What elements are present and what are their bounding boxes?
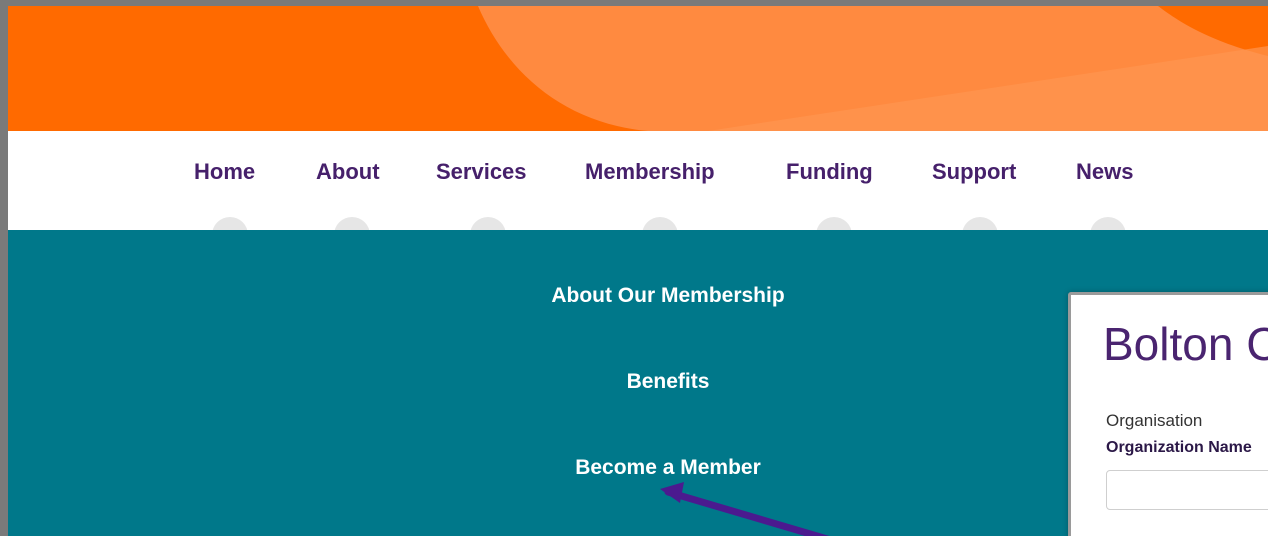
nav-item-about[interactable]: About: [316, 159, 380, 185]
nav-item-news[interactable]: News: [1076, 159, 1133, 185]
form-title: Bolton C: [1103, 318, 1268, 370]
nav-item-funding[interactable]: Funding: [786, 159, 873, 185]
main-navigation: Home About Services Membership Funding S…: [8, 131, 1268, 253]
registration-form-preview: Bolton C Organisation Organization Name: [1068, 292, 1268, 536]
browser-viewport: Home About Services Membership Funding S…: [8, 6, 1268, 536]
organization-name-label: Organization Name: [1106, 439, 1252, 456]
nav-item-services[interactable]: Services: [436, 159, 527, 185]
hero-decorative-shape: [478, 6, 1268, 131]
nav-item-support[interactable]: Support: [932, 159, 1016, 185]
nav-item-membership[interactable]: Membership: [585, 159, 715, 185]
hero-banner: [8, 6, 1268, 131]
form-section-label: Organisation: [1106, 411, 1203, 430]
organization-name-input[interactable]: [1106, 470, 1268, 510]
nav-item-home[interactable]: Home: [194, 159, 255, 185]
